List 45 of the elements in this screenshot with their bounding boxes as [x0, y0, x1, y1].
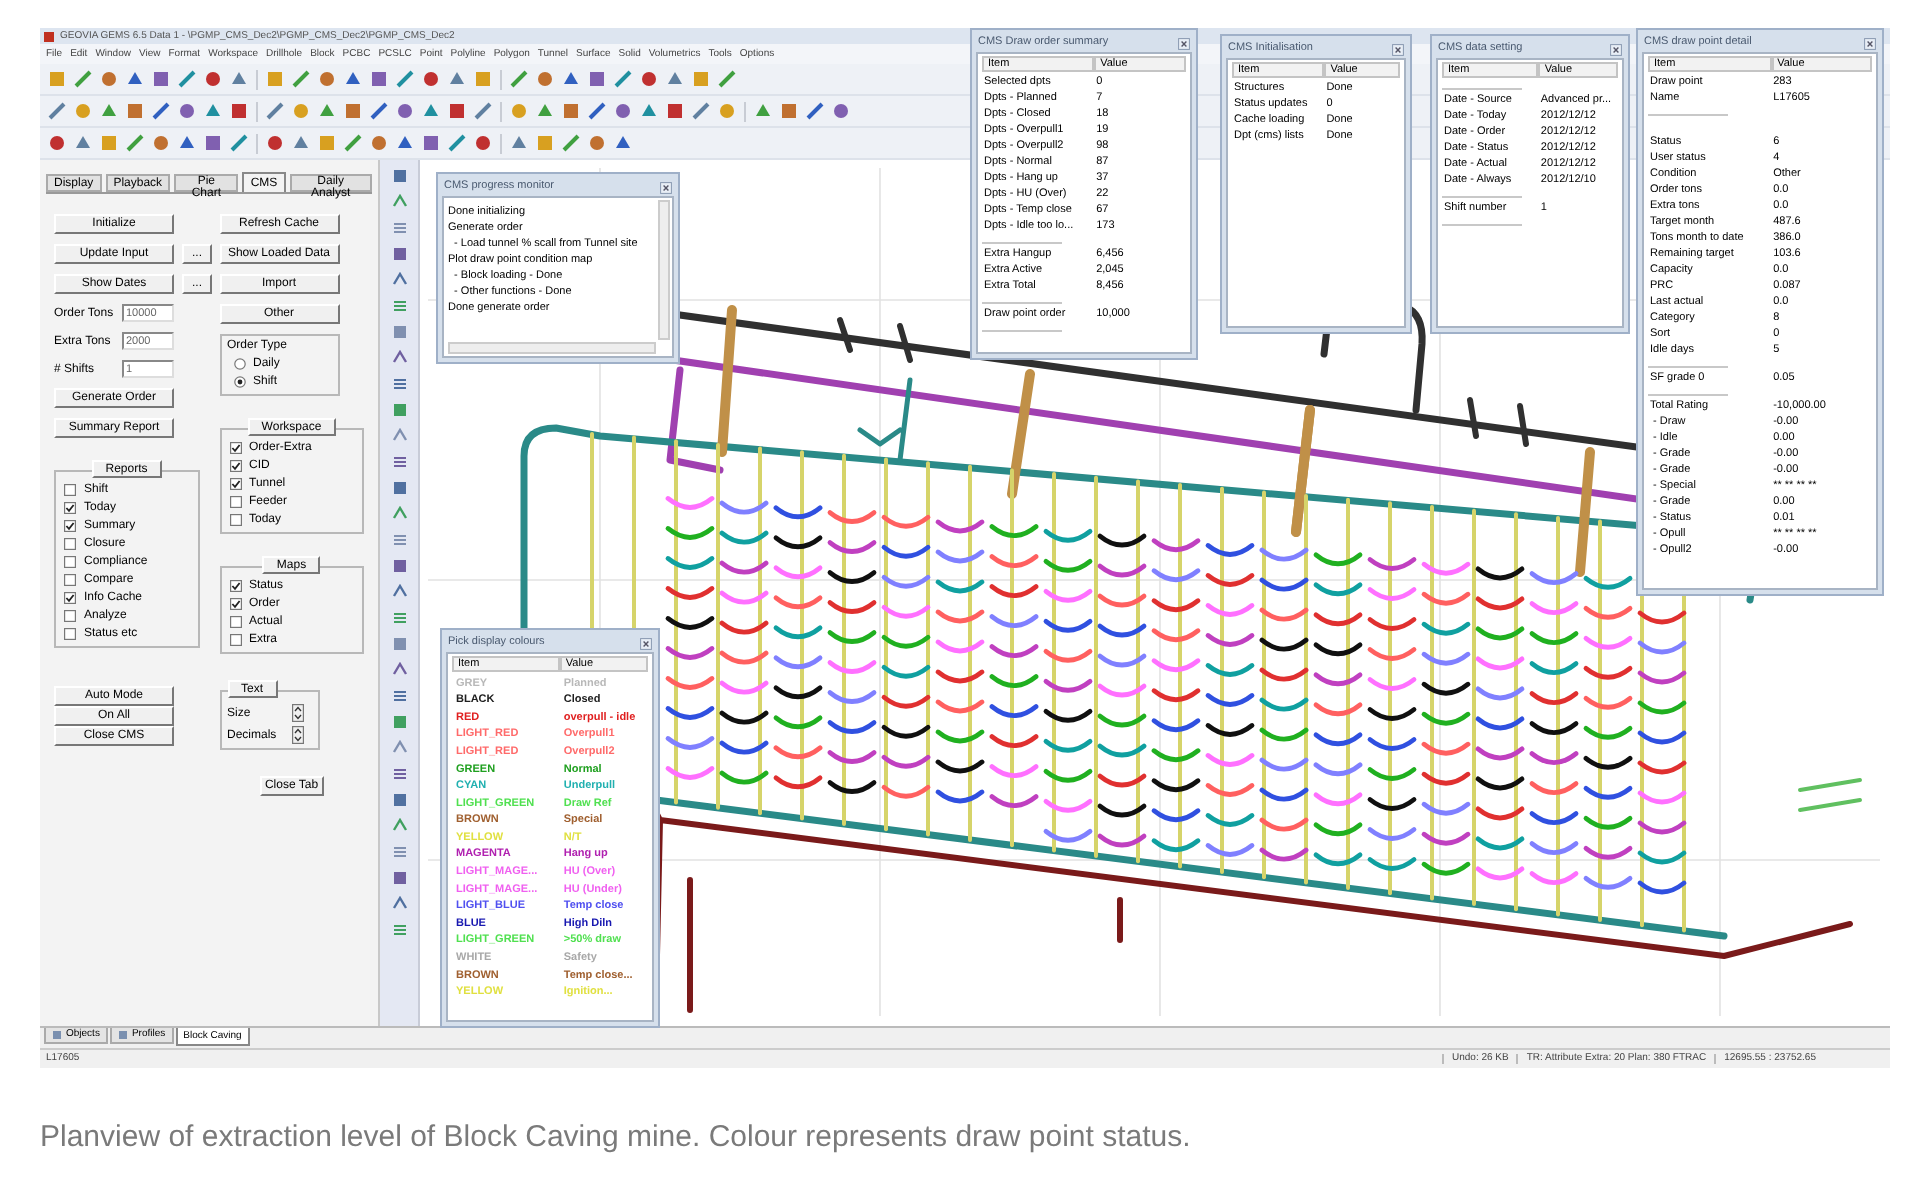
tool-icon[interactable]	[391, 688, 407, 704]
tool-icon[interactable]	[391, 376, 407, 392]
checkbox[interactable]	[64, 538, 76, 550]
checkbox[interactable]	[64, 610, 76, 622]
checkbox[interactable]	[229, 598, 241, 610]
radio-button[interactable]	[233, 376, 245, 388]
tool-icon[interactable]	[391, 844, 407, 860]
checkbox[interactable]	[229, 496, 241, 508]
close-icon[interactable]	[640, 637, 652, 649]
tool-icon[interactable]	[391, 298, 407, 314]
tool-icon[interactable]	[391, 766, 407, 782]
close-icon[interactable]	[1178, 37, 1190, 49]
checkbox[interactable]	[229, 442, 241, 454]
tool-icon[interactable]	[391, 532, 407, 548]
close-icon[interactable]	[1610, 43, 1622, 55]
checkbox[interactable]	[64, 556, 76, 568]
radio-button[interactable]	[233, 358, 245, 370]
checkbox[interactable]	[229, 478, 241, 490]
tab-icon	[52, 1030, 62, 1040]
spinner-icon[interactable]	[291, 726, 303, 744]
scrollbar[interactable]	[658, 200, 670, 340]
checkbox[interactable]	[64, 574, 76, 586]
checkbox[interactable]	[64, 484, 76, 496]
close-icon[interactable]	[660, 181, 672, 193]
tool-icon[interactable]	[391, 220, 407, 236]
checkbox[interactable]	[64, 502, 76, 514]
spinner-icon[interactable]	[291, 704, 303, 722]
checkbox[interactable]	[229, 634, 241, 646]
checkbox[interactable]	[64, 628, 76, 640]
tab-icon	[117, 1030, 128, 1040]
tool-icon[interactable]	[391, 922, 407, 938]
checkbox[interactable]	[229, 616, 241, 628]
checkbox[interactable]	[229, 460, 241, 472]
checkbox[interactable]	[64, 592, 76, 604]
raise-line	[1007, 369, 1035, 499]
caption-text: Planview of extraction level of Block Caving mine. Colour represents draw point status.	[40, 1118, 1193, 1158]
scrollbar[interactable]	[448, 342, 656, 354]
close-icon[interactable]	[1864, 37, 1876, 49]
app-icon	[44, 31, 54, 41]
checkbox[interactable]	[64, 520, 76, 532]
close-icon[interactable]	[1392, 43, 1404, 55]
tool-icon[interactable]	[391, 610, 407, 626]
checkbox[interactable]	[229, 514, 241, 526]
tool-icon[interactable]	[391, 454, 407, 470]
checkbox[interactable]	[229, 580, 241, 592]
